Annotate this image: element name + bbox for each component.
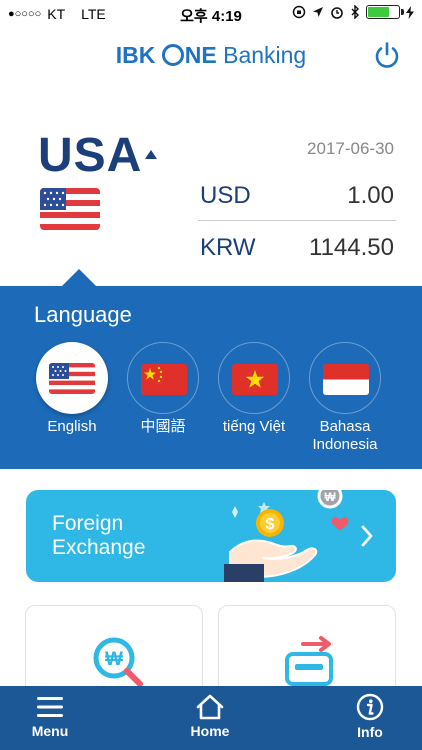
currency-value: 1144.50 <box>309 234 394 261</box>
language-circle[interactable] <box>127 342 199 414</box>
nav-home[interactable]: Home <box>170 686 250 750</box>
search-won-symbol: ₩ <box>105 649 123 670</box>
bluetooth-icon <box>351 5 359 19</box>
language-label-line1: Bahasa <box>319 418 371 435</box>
ibk-one-banking-logo: IBK NE Banking <box>0 42 422 69</box>
currency-divider <box>198 220 396 221</box>
language-panel: Language English 中國語 tiếng Việt Bahasa I… <box>0 286 422 469</box>
alarm-icon <box>331 7 343 19</box>
language-label: English <box>47 418 97 435</box>
info-icon <box>356 693 384 721</box>
language-option-indonesian[interactable]: Bahasa Indonesia <box>307 342 383 454</box>
china-flag-icon <box>141 364 187 395</box>
language-circle[interactable] <box>36 342 108 414</box>
vietnam-flag-icon <box>232 364 278 395</box>
status-right <box>292 5 414 19</box>
language-label: tiếng Việt <box>222 418 286 435</box>
language-circle[interactable] <box>218 342 290 414</box>
power-icon[interactable] <box>372 40 402 70</box>
nav-label: Info <box>357 724 383 740</box>
logo-ibk: IBK <box>115 42 156 68</box>
logo-o-icon <box>161 44 184 66</box>
country-selector[interactable]: USA <box>38 128 142 183</box>
orientation-lock-icon <box>292 5 306 19</box>
fx-line2: Exchange <box>52 536 146 559</box>
currency-value: 1.00 <box>347 182 394 209</box>
language-option-chinese[interactable]: 中國語 <box>125 342 201 436</box>
location-icon <box>313 7 323 17</box>
nav-info[interactable]: Info <box>330 686 410 750</box>
language-label: 中國語 <box>140 418 186 435</box>
currency-code: KRW <box>200 234 256 261</box>
currency-code: USD <box>200 182 251 209</box>
chevron-right-icon <box>361 525 373 547</box>
nav-label: Home <box>190 723 230 739</box>
language-label-line2: Indonesia <box>312 436 378 453</box>
won-search-icon: ₩ <box>93 637 143 687</box>
charging-icon <box>406 5 414 19</box>
language-label: Bahasa Indonesia <box>307 418 383 454</box>
bottom-navigation: Menu Home Info <box>0 686 422 750</box>
logo-ne: NE <box>184 42 217 68</box>
foreign-exchange-banner[interactable]: Foreign Exchange $ ₩ <box>26 490 396 582</box>
coin-dollar-symbol: $ <box>266 516 275 533</box>
panel-pointer <box>62 269 96 286</box>
battery-icon <box>366 5 404 19</box>
home-icon <box>196 694 224 720</box>
coin-won-symbol: ₩ <box>324 490 336 504</box>
us-flag-icon <box>40 188 100 230</box>
language-title: Language <box>34 302 132 327</box>
rate-date: 2017-06-30 <box>307 139 394 158</box>
menu-icon <box>37 697 63 717</box>
foreign-exchange-title: Foreign Exchange <box>52 512 145 560</box>
battery-fill <box>368 7 389 17</box>
currency-row-krw[interactable]: KRW 1144.50 <box>198 230 396 266</box>
app-header: IBK NE Banking <box>0 28 422 86</box>
nav-label: Menu <box>31 723 69 739</box>
nav-menu[interactable]: Menu <box>10 686 90 750</box>
language-circle[interactable] <box>309 342 381 414</box>
status-bar: ●○○○○ KT LTE 오후 4:19 <box>0 0 422 28</box>
logo-banking: Banking <box>223 42 307 68</box>
us-flag-icon <box>49 363 95 394</box>
language-option-vietnamese[interactable]: tiếng Việt <box>216 342 292 436</box>
currency-row-usd[interactable]: USD 1.00 <box>198 178 396 214</box>
indonesia-flag-icon <box>323 364 369 395</box>
exchange-machine-icon <box>285 636 333 686</box>
caret-up-icon[interactable] <box>145 150 157 159</box>
fx-line1: Foreign <box>52 512 124 535</box>
hand-with-coins-icon: $ ₩ <box>224 490 349 582</box>
language-option-english[interactable]: English <box>34 342 110 436</box>
